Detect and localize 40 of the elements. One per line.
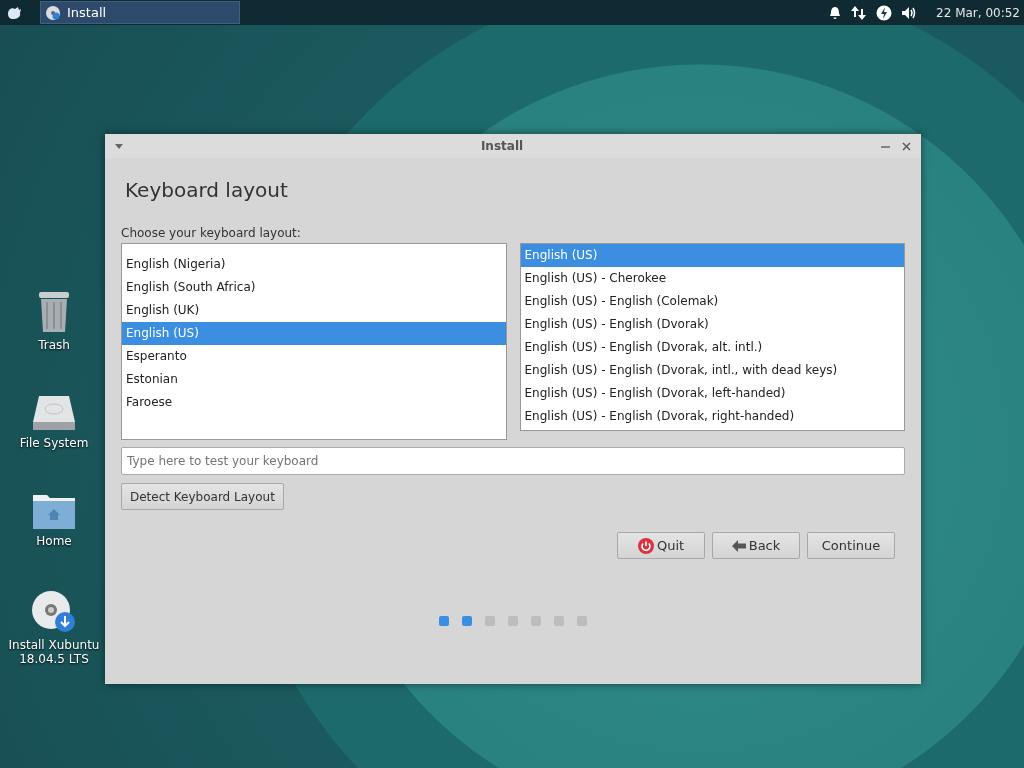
desktop-icon-label[interactable]: Trash [4,338,104,352]
quit-button[interactable]: Quit [617,532,705,559]
clock[interactable]: 22 Mar, 00:52 [936,5,1020,20]
desktop-icon-label[interactable]: File System [4,436,104,450]
close-icon[interactable] [902,141,911,151]
back-button[interactable]: Back [712,532,800,559]
variant-item[interactable]: English (US) - English (Dvorak, left-handed) [520,382,904,405]
network-arrows-icon[interactable] [850,4,869,21]
window-title: Install [479,139,525,153]
back-arrow-icon [731,539,746,552]
keyboard-test-field[interactable]: Type here to test your keyboard [121,447,905,475]
layout-item[interactable]: Estonian [122,368,506,391]
layout-item[interactable]: Esperanto [122,345,506,368]
taskbar-button[interactable]: Install [40,1,240,24]
desktop-icon-label[interactable]: Install Xubuntu 18.04.5 LTS [4,638,104,666]
variant-item[interactable]: English (US) - English (Dvorak, intl., with dead keys) [520,359,904,382]
mouse-logo-icon[interactable] [6,5,22,20]
trash-can-icon[interactable] [37,290,71,334]
layout-item[interactable]: English (UK) [122,299,506,322]
desktop-icon-label[interactable]: Home [4,534,104,548]
variant-item[interactable]: English (US) - Cherokee [520,267,904,290]
prompt-label: Choose your keyboard layout: [121,226,302,240]
installer-icon [45,4,61,21]
page-heading: Keyboard layout [125,178,289,204]
home-folder-icon[interactable] [31,492,77,530]
power-icon [637,537,654,554]
layout-item[interactable]: English (South Africa) [122,276,506,299]
layout-item[interactable]: Faroese [122,391,506,414]
disc-download-icon[interactable] [31,590,77,634]
detect-layout-button[interactable]: Detect Keyboard Layout [121,483,284,510]
variant-item[interactable]: English (US) - English (Dvorak, alt. intl.) [520,336,904,359]
layout-item[interactable]: English (Nigeria) [122,253,506,276]
hard-drive-icon[interactable] [31,394,77,432]
variant-item[interactable]: English (US) - English (Dvorak, right-handed) [520,405,904,428]
continue-button[interactable]: Continue [807,532,895,559]
window-menu-caret-icon[interactable] [115,143,123,149]
variant-item[interactable]: English (US) - English (Colemak) [520,290,904,313]
variant-item[interactable]: English (US) - English (Dvorak) [520,313,904,336]
bell-icon[interactable] [828,5,843,20]
power-bolt-icon[interactable] [876,4,893,21]
